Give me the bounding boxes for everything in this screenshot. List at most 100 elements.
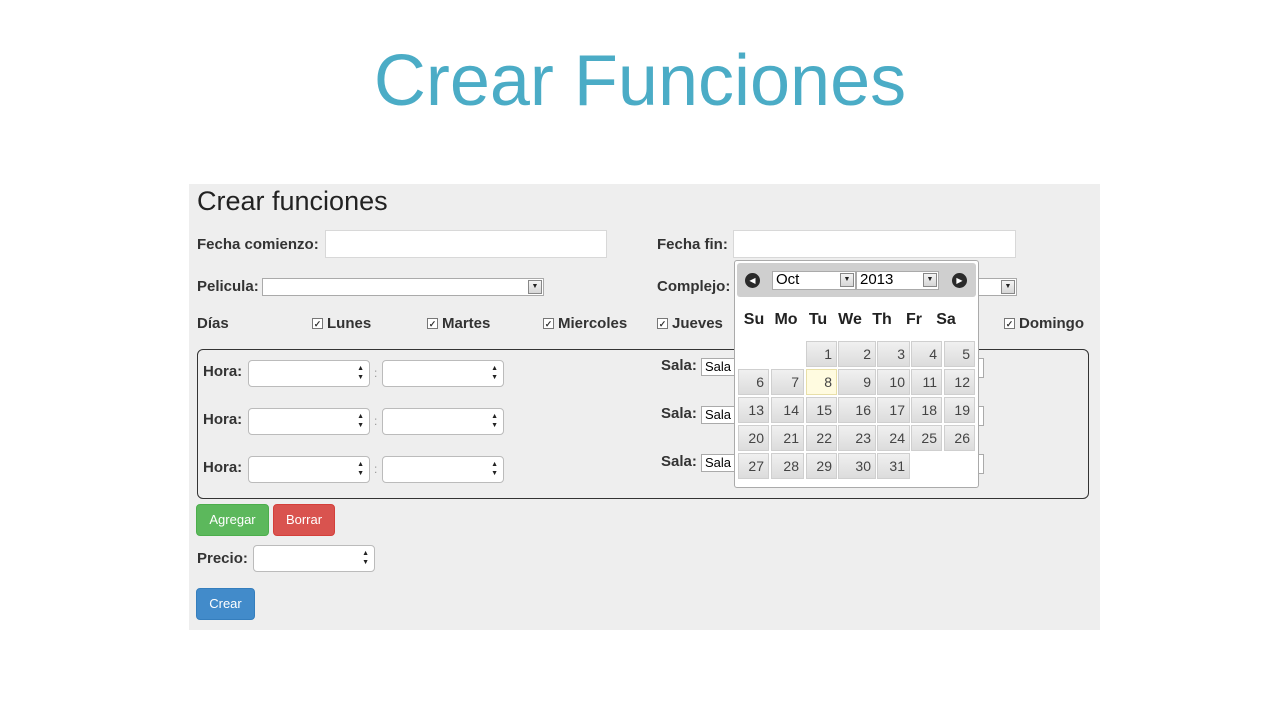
calendar-day[interactable]: 9 (838, 369, 876, 395)
hora-start-spinner[interactable]: ▲ ▼ (248, 360, 370, 387)
calendar-day[interactable]: 4 (911, 341, 942, 367)
datepicker: ◀ Oct ▼ 2013 ▼ ▶ Su Mo Tu We Th Fr Sa 12… (734, 260, 979, 488)
calendar-day[interactable]: 19 (944, 397, 975, 423)
weekday-we: We (838, 311, 862, 328)
calendar-day[interactable]: 31 (877, 453, 910, 479)
calendar-day[interactable]: 22 (806, 425, 837, 451)
checkbox-label: Domingo (1019, 315, 1084, 332)
calendar-day[interactable]: 30 (838, 453, 876, 479)
checkbox-lunes[interactable]: ✓ Lunes (312, 315, 371, 332)
fecha-fin-label: Fecha fin: (657, 236, 728, 253)
spinner-arrows-icon[interactable]: ▲ ▼ (357, 364, 364, 382)
calendar-day[interactable]: 13 (738, 397, 769, 423)
hora-label: Hora: (203, 411, 243, 428)
calendar-day[interactable]: 10 (877, 369, 910, 395)
fecha-comienzo-label: Fecha comienzo: (197, 236, 319, 253)
checkbox-checked-icon[interactable]: ✓ (1004, 318, 1015, 329)
calendar-day[interactable]: 26 (944, 425, 975, 451)
pelicula-select[interactable]: ▼ (262, 278, 544, 296)
calendar-day[interactable]: 18 (911, 397, 942, 423)
hora-end-spinner[interactable]: ▲ ▼ (382, 360, 504, 387)
spinner-arrows-icon[interactable]: ▲ ▼ (362, 549, 369, 567)
spinner-arrows-icon[interactable]: ▲ ▼ (357, 460, 364, 478)
form-title: Crear funciones (197, 186, 388, 216)
calendar-day[interactable]: 27 (738, 453, 769, 479)
complejo-select[interactable]: ▼ (977, 278, 1017, 296)
precio-spinner[interactable]: ▲ ▼ (253, 545, 375, 572)
spinner-arrows-icon[interactable]: ▲ ▼ (491, 412, 498, 430)
hora-start-spinner[interactable]: ▲ ▼ (248, 408, 370, 435)
month-select[interactable]: Oct ▼ (772, 271, 856, 290)
spinner-arrows-icon[interactable]: ▲ ▼ (491, 364, 498, 382)
checkbox-label: Lunes (327, 315, 372, 332)
calendar-day[interactable]: 7 (771, 369, 804, 395)
spinner-arrows-icon[interactable]: ▲ ▼ (491, 460, 498, 478)
crear-button[interactable]: Crear (196, 588, 255, 620)
sala-label: Sala: (661, 357, 697, 374)
calendar-day[interactable]: 14 (771, 397, 804, 423)
checkbox-martes[interactable]: ✓ Martes (427, 315, 490, 332)
hora-start-spinner[interactable]: ▲ ▼ (248, 456, 370, 483)
weekday-tu: Tu (808, 311, 828, 328)
checkbox-checked-icon[interactable]: ✓ (657, 318, 668, 329)
calendar-day[interactable]: 23 (838, 425, 876, 451)
checkbox-checked-icon[interactable]: ✓ (427, 318, 438, 329)
chevron-down-icon: ▼ (840, 273, 854, 287)
calendar-day[interactable]: 15 (806, 397, 837, 423)
calendar-day[interactable]: 25 (911, 425, 942, 451)
slide-title: Crear Funciones (373, 41, 907, 121)
calendar-day[interactable]: 6 (738, 369, 769, 395)
calendar-grid: 1 2 3 4 5 6 7 8 9 10 11 12 13 14 15 16 17 18 19 20 21 22 23 24 2… (738, 341, 978, 486)
calendar-day[interactable]: 29 (806, 453, 837, 479)
checkbox-label: Jueves (672, 315, 723, 332)
spinner-arrows-icon[interactable]: ▲ ▼ (357, 412, 364, 430)
sala-select[interactable]: Sala (701, 454, 735, 472)
calendar-day[interactable]: 8 (806, 369, 837, 395)
weekday-su: Su (743, 311, 765, 328)
time-separator: : (374, 462, 378, 476)
checkbox-miercoles[interactable]: ✓ Miercoles (543, 315, 627, 332)
calendar-day[interactable]: 16 (838, 397, 876, 423)
complejo-label: Complejo: (657, 278, 731, 295)
hora-end-spinner[interactable]: ▲ ▼ (382, 408, 504, 435)
calendar-day[interactable]: 5 (944, 341, 975, 367)
chevron-down-icon: ▼ (528, 280, 542, 294)
calendar-day[interactable]: 11 (911, 369, 942, 395)
fecha-comienzo-input[interactable] (325, 230, 607, 258)
calendar-day[interactable]: 1 (806, 341, 837, 367)
weekday-fr: Fr (906, 311, 922, 328)
calendar-day[interactable]: 12 (944, 369, 975, 395)
checkbox-domingo[interactable]: ✓ Domingo (1004, 315, 1084, 332)
dias-label: Días (197, 315, 229, 332)
chevron-down-icon: ▼ (1001, 280, 1015, 294)
calendar-day[interactable]: 2 (838, 341, 876, 367)
agregar-button[interactable]: Agregar (196, 504, 269, 536)
calendar-day[interactable]: 28 (771, 453, 804, 479)
time-separator: : (374, 366, 378, 380)
sala-select[interactable]: Sala (701, 406, 735, 424)
borrar-button[interactable]: Borrar (273, 504, 335, 536)
calendar-day[interactable]: 17 (877, 397, 910, 423)
checkbox-label: Martes (442, 315, 491, 332)
precio-label: Precio: (197, 550, 248, 567)
calendar-day[interactable]: 21 (771, 425, 804, 451)
hora-label: Hora: (203, 459, 243, 476)
calendar-day[interactable]: 20 (738, 425, 769, 451)
calendar-day[interactable]: 24 (877, 425, 910, 451)
weekday-mo: Mo (774, 311, 798, 328)
calendar-day[interactable]: 3 (877, 341, 910, 367)
hora-label: Hora: (203, 363, 243, 380)
time-separator: : (374, 414, 378, 428)
sala-label: Sala: (661, 405, 697, 422)
hora-end-spinner[interactable]: ▲ ▼ (382, 456, 504, 483)
month-value: Oct (776, 271, 800, 288)
checkbox-checked-icon[interactable]: ✓ (312, 318, 323, 329)
sala-select[interactable]: Sala (701, 358, 735, 376)
year-value: 2013 (860, 271, 894, 288)
checkbox-jueves[interactable]: ✓ Jueves (657, 315, 723, 332)
checkbox-checked-icon[interactable]: ✓ (543, 318, 554, 329)
next-month-icon[interactable]: ▶ (952, 273, 967, 288)
prev-month-icon[interactable]: ◀ (745, 273, 760, 288)
fecha-fin-input[interactable] (733, 230, 1016, 258)
year-select[interactable]: 2013 ▼ (856, 271, 939, 290)
